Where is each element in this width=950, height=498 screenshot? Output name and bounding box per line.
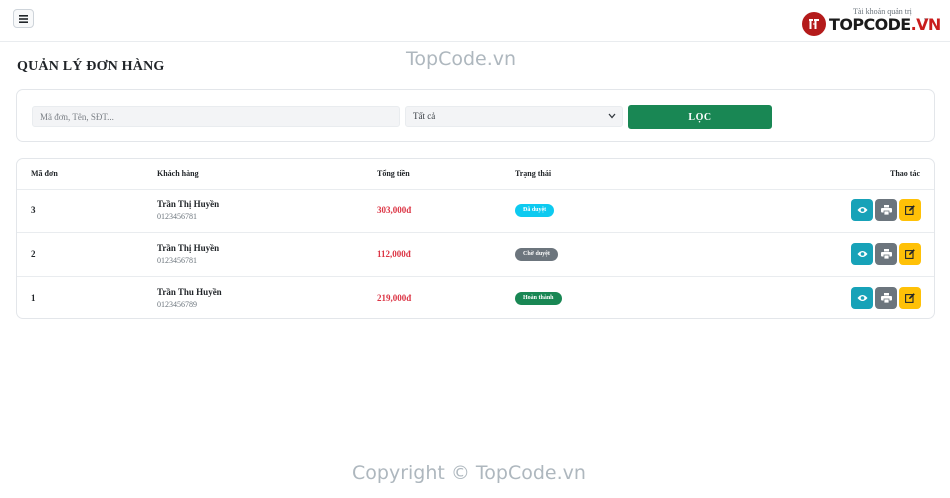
watermark-top: TopCode.vn: [406, 48, 517, 70]
customer-name: Trần Thu Huyền: [157, 287, 222, 297]
header-order-id: Mã đơn: [31, 169, 58, 178]
customer-phone: 0123456781: [157, 212, 197, 221]
customer-phone: 0123456781: [157, 256, 197, 265]
print-button[interactable]: [875, 287, 897, 309]
view-button[interactable]: [851, 243, 873, 265]
page-title: QUẢN LÝ ĐƠN HÀNG: [17, 59, 165, 74]
status-badge: Đã duyệt: [515, 204, 555, 217]
table-row: 1 Trần Thu Huyền 0123456789 219,000đ Hoà…: [17, 277, 934, 318]
search-input[interactable]: [32, 106, 400, 127]
edit-button[interactable]: [899, 243, 921, 265]
header-total: Tổng tiền: [377, 169, 410, 178]
edit-icon: [905, 293, 915, 303]
print-button[interactable]: [875, 243, 897, 265]
status-select-value: Tất cả: [413, 111, 436, 121]
order-id: 1: [31, 293, 36, 303]
eye-icon: [857, 295, 867, 301]
order-id: 3: [31, 205, 36, 215]
header-customer: Khách hàng: [157, 169, 199, 178]
filter-button[interactable]: LỌC: [628, 105, 772, 129]
logo-mark-icon: [802, 12, 826, 36]
status-badge: Hoàn thành: [515, 292, 562, 305]
eye-icon: [857, 251, 867, 257]
order-total: 219,000đ: [377, 293, 412, 303]
view-button[interactable]: [851, 199, 873, 221]
header-actions: Thao tác: [890, 169, 920, 178]
edit-button[interactable]: [899, 287, 921, 309]
view-button[interactable]: [851, 287, 873, 309]
logo-text: TOPCODE.VN: [829, 14, 941, 34]
print-button[interactable]: [875, 199, 897, 221]
row-actions: [851, 287, 921, 309]
edit-button[interactable]: [899, 199, 921, 221]
printer-icon: [880, 249, 892, 259]
top-navbar: Tài khoản quản trị ▾ TOPCODE.VN: [0, 0, 950, 42]
order-total: 303,000đ: [377, 205, 412, 215]
printer-icon: [880, 205, 892, 215]
edit-icon: [905, 205, 915, 215]
customer-name: Trần Thị Huyền: [157, 199, 220, 209]
hamburger-icon: [19, 14, 28, 23]
printer-icon: [880, 293, 892, 303]
orders-table: Mã đơn Khách hàng Tổng tiền Trạng thái T…: [16, 158, 935, 319]
menu-toggle-button[interactable]: [13, 9, 34, 28]
status-select[interactable]: Tất cả: [405, 106, 623, 127]
edit-icon: [905, 249, 915, 259]
eye-icon: [857, 207, 867, 213]
status-badge: Chờ duyệt: [515, 248, 558, 261]
customer-name: Trần Thị Huyền: [157, 243, 220, 253]
topcode-logo: TOPCODE.VN: [802, 11, 941, 37]
watermark-bottom: Copyright © TopCode.vn: [352, 462, 586, 484]
order-id: 2: [31, 249, 36, 259]
table-row: 2 Trần Thị Huyền 0123456781 112,000đ Chờ…: [17, 233, 934, 277]
order-total: 112,000đ: [377, 249, 411, 259]
filter-card: Tất cả LỌC: [16, 89, 935, 142]
chevron-down-icon: [608, 113, 616, 119]
customer-phone: 0123456789: [157, 300, 197, 309]
row-actions: [851, 243, 921, 265]
table-header: Mã đơn Khách hàng Tổng tiền Trạng thái T…: [17, 159, 934, 190]
header-status: Trạng thái: [515, 169, 552, 178]
table-row: 3 Trần Thị Huyền 0123456781 303,000đ Đã …: [17, 189, 934, 233]
row-actions: [851, 199, 921, 221]
